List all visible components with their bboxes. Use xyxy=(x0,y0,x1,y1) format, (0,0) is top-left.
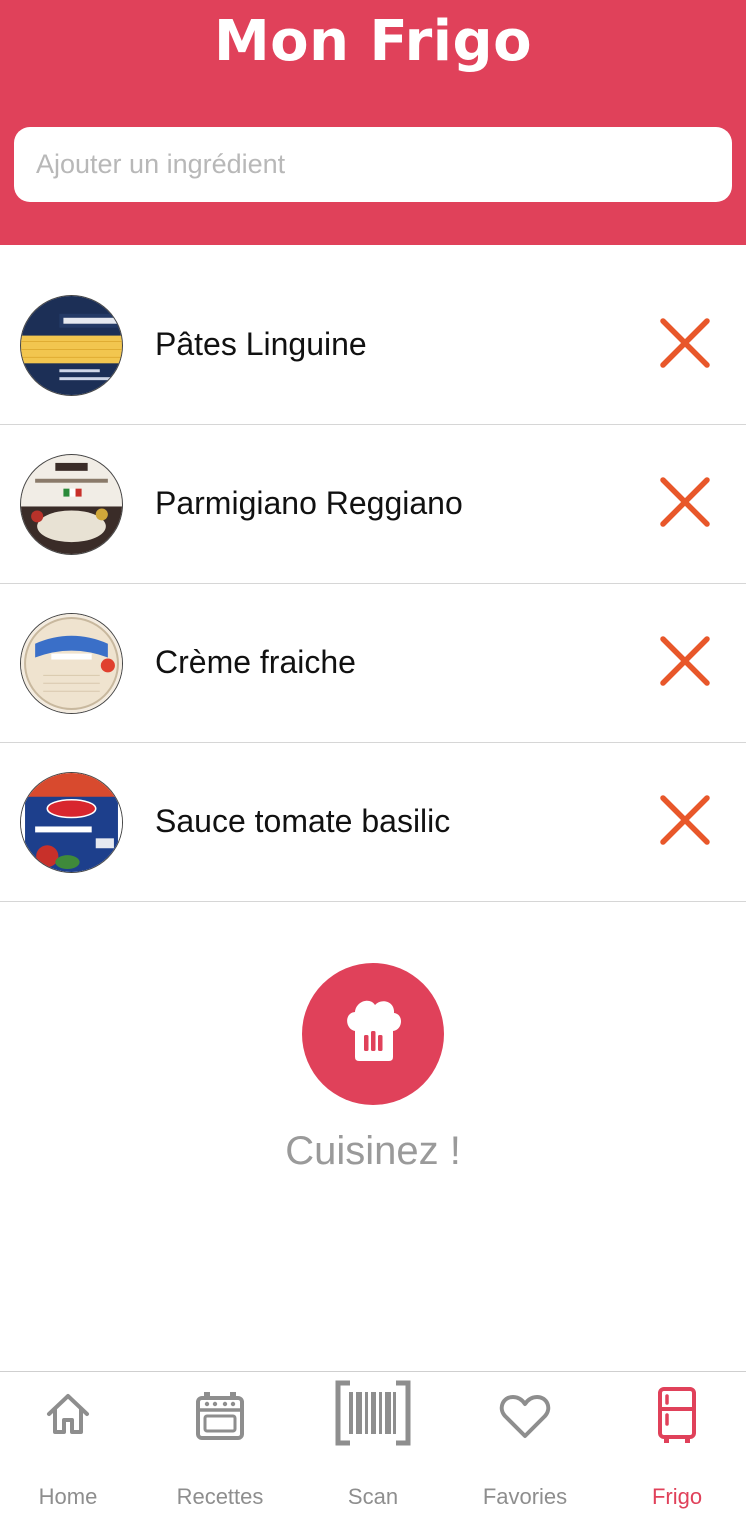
close-icon xyxy=(660,318,710,368)
tab-frigo[interactable]: Frigo xyxy=(602,1372,746,1513)
heart-icon xyxy=(499,1395,551,1438)
close-icon xyxy=(660,795,710,845)
list-item: Crème fraiche xyxy=(0,584,746,743)
tab-label: Scan xyxy=(347,1484,399,1509)
remove-ingredient-button[interactable] xyxy=(656,791,714,849)
home-icon xyxy=(47,1394,89,1434)
page-title: Mon Frigo xyxy=(213,9,533,74)
cook-button[interactable] xyxy=(302,963,444,1105)
linguine-pack-image xyxy=(20,295,123,396)
tab-scan[interactable]: Scan xyxy=(298,1372,448,1513)
list-item: Sauce tomate basilic xyxy=(0,743,746,902)
close-icon xyxy=(660,636,710,686)
ingredient-name: Crème fraiche xyxy=(155,644,356,680)
ingredient-list: Pâtes Linguine Parmigiano Reggiano Crème… xyxy=(0,266,746,902)
creme-fraiche-pot-image xyxy=(20,613,123,714)
oven-icon xyxy=(196,1392,244,1440)
tab-recettes[interactable]: Recettes xyxy=(145,1372,295,1513)
tab-label: Recettes xyxy=(176,1484,264,1509)
fridge-icon xyxy=(658,1387,696,1443)
ingredient-name: Pâtes Linguine xyxy=(155,326,367,362)
remove-ingredient-button[interactable] xyxy=(656,473,714,531)
header: Mon Frigo xyxy=(0,0,746,245)
list-item: Pâtes Linguine xyxy=(0,266,746,425)
tab-label: Frigo xyxy=(651,1484,703,1509)
barilla-basilico-jar-image xyxy=(20,772,123,873)
list-item: Parmigiano Reggiano xyxy=(0,425,746,584)
tab-bar: Home Recettes Scan Favories Frigo xyxy=(0,1371,746,1513)
remove-ingredient-button[interactable] xyxy=(656,632,714,690)
close-icon xyxy=(660,477,710,527)
parmesan-pack-image xyxy=(20,454,123,555)
cook-label: Cuisinez ! xyxy=(285,1129,461,1173)
barcode-icon xyxy=(335,1380,411,1446)
ingredient-name: Parmigiano Reggiano xyxy=(155,485,463,521)
remove-ingredient-button[interactable] xyxy=(656,314,714,372)
ingredient-name: Sauce tomate basilic xyxy=(155,803,451,839)
tab-label: Favories xyxy=(482,1484,568,1509)
tab-home[interactable]: Home xyxy=(0,1372,143,1513)
tab-favories[interactable]: Favories xyxy=(450,1372,600,1513)
chef-hat-icon xyxy=(347,1000,402,1061)
tab-label: Home xyxy=(38,1484,98,1509)
add-ingredient-input[interactable] xyxy=(14,127,732,202)
